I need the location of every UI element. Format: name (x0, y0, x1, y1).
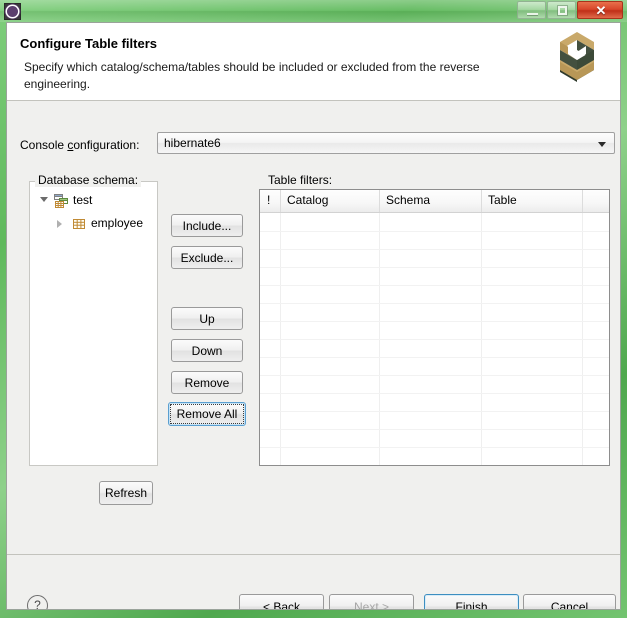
tree-item-label: employee (91, 216, 144, 230)
cancel-button[interactable]: Cancel (523, 594, 616, 609)
gear-icon (4, 3, 21, 20)
table-body[interactable] (260, 213, 609, 465)
column-header-schema[interactable]: Schema (380, 190, 482, 212)
column-header-catalog[interactable]: Catalog (281, 190, 380, 212)
column-header-exclude[interactable]: ! (260, 190, 281, 212)
move-up-button[interactable]: Up (171, 307, 243, 330)
expand-collapse-icon[interactable] (40, 197, 48, 202)
tree-item-employee[interactable]: employee (30, 214, 157, 234)
schema-icon (54, 194, 68, 208)
help-icon[interactable]: ? (27, 595, 48, 609)
remove-all-button[interactable]: Remove All (168, 402, 246, 426)
configure-table-filters-dialog: Configure Table filters Specify which ca… (6, 22, 621, 610)
dialog-header: Configure Table filters Specify which ca… (7, 23, 620, 101)
page-title: Configure Table filters (20, 36, 157, 51)
column-header-extra[interactable] (583, 190, 609, 212)
move-down-button[interactable]: Down (171, 339, 243, 362)
table-filters-table[interactable]: ! Catalog Schema Table (259, 189, 610, 466)
tree-item-test[interactable]: test (30, 191, 157, 211)
database-schema-label: Database schema: (35, 173, 142, 187)
table-icon (72, 217, 86, 231)
remove-button[interactable]: Remove (171, 371, 243, 394)
back-button[interactable]: < Back (239, 594, 324, 609)
tree-item-label: test (73, 193, 93, 207)
close-icon: ✕ (595, 3, 607, 18)
window-title-bar[interactable]: ✕ (0, 0, 627, 22)
finish-button[interactable]: Finish (424, 594, 519, 609)
console-configuration-label: Console configuration: (20, 138, 140, 152)
column-header-table[interactable]: Table (482, 190, 583, 212)
include-button[interactable]: Include... (171, 214, 243, 237)
page-description: Specify which catalog/schema/tables shou… (24, 60, 480, 91)
console-configuration-value: hibernate6 (164, 136, 221, 150)
refresh-button[interactable]: Refresh (99, 481, 153, 505)
table-header-row: ! Catalog Schema Table (260, 190, 609, 213)
expand-collapse-icon[interactable] (57, 220, 62, 228)
remove-all-label: Remove All (176, 407, 238, 421)
dialog-footer: ? < Back Next > Finish Cancel (7, 555, 620, 609)
minimize-button[interactable] (517, 1, 546, 19)
close-button[interactable]: ✕ (577, 1, 623, 19)
table-filters-label: Table filters: (265, 173, 336, 187)
next-button: Next > (329, 594, 414, 609)
chevron-down-icon (598, 142, 606, 147)
database-schema-tree[interactable]: test employee (29, 181, 158, 466)
window-controls: ✕ (516, 1, 623, 19)
console-configuration-combo[interactable]: hibernate6 (157, 132, 615, 154)
desktop-background: ✕ Configure Table filters Specify which … (0, 0, 627, 618)
hibernate-logo (560, 32, 594, 82)
maximize-button[interactable] (547, 1, 576, 19)
exclude-button[interactable]: Exclude... (171, 246, 243, 269)
